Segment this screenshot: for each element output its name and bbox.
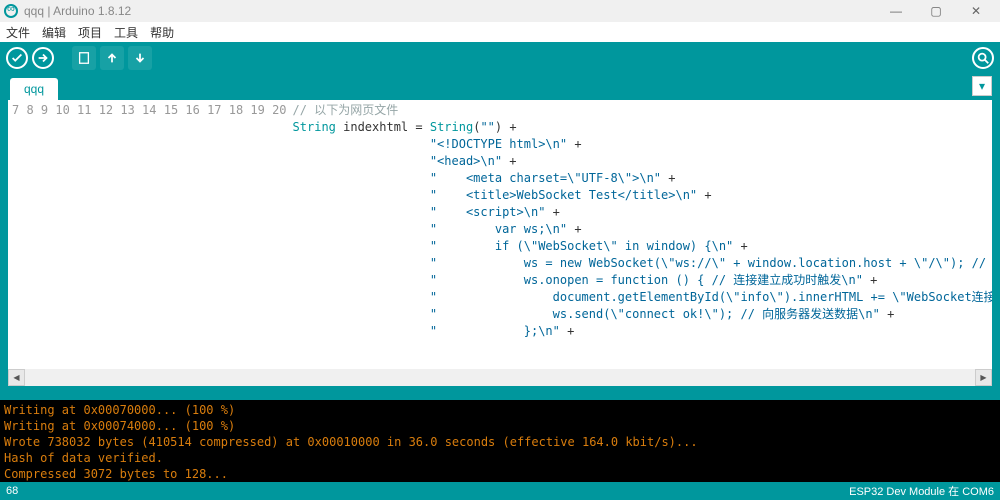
status-line-number: 68 — [6, 485, 18, 497]
minimize-button[interactable]: — — [876, 0, 916, 22]
horizontal-scrollbar[interactable]: ◀ ▶ — [0, 369, 1000, 386]
upload-button[interactable] — [32, 47, 54, 69]
maximize-icon: ▢ — [930, 4, 941, 18]
console-output[interactable]: Writing at 0x00070000... (100 %) Writing… — [0, 400, 1000, 482]
editor-console-divider[interactable] — [0, 386, 1000, 400]
close-icon: ✕ — [971, 4, 981, 18]
editor-area: 7 8 9 10 11 12 13 14 15 16 17 18 19 20 /… — [0, 100, 1000, 400]
code-editor[interactable]: // 以下为网页文件 String indexhtml = String("")… — [293, 100, 992, 369]
title-bar: qqq | Arduino 1.8.12 — ▢ ✕ — [0, 0, 1000, 22]
menu-help[interactable]: 帮助 — [150, 24, 174, 41]
menu-tools[interactable]: 工具 — [114, 24, 138, 41]
serial-monitor-button[interactable] — [972, 47, 994, 69]
scroll-track[interactable] — [25, 369, 975, 386]
tab-label: qqq — [24, 82, 44, 96]
status-board-port: ESP32 Dev Module 在 COM6 — [849, 483, 994, 499]
menu-file[interactable]: 文件 — [6, 24, 30, 41]
file-icon — [77, 51, 91, 65]
window-title: qqq | Arduino 1.8.12 — [24, 4, 131, 18]
open-button[interactable] — [100, 46, 124, 70]
new-button[interactable] — [72, 46, 96, 70]
arrow-up-icon — [105, 51, 119, 65]
magnifier-icon — [976, 51, 990, 65]
scroll-right-button[interactable]: ▶ — [975, 369, 992, 386]
arrow-down-icon — [133, 51, 147, 65]
menu-edit[interactable]: 编辑 — [42, 24, 66, 41]
minimize-icon: — — [890, 4, 902, 18]
tab-sketch[interactable]: qqq — [10, 78, 58, 100]
arrow-right-icon — [36, 51, 50, 65]
maximize-button[interactable]: ▢ — [916, 0, 956, 22]
chevron-down-icon: ▾ — [979, 79, 985, 93]
close-button[interactable]: ✕ — [956, 0, 996, 22]
save-button[interactable] — [128, 46, 152, 70]
line-gutter: 7 8 9 10 11 12 13 14 15 16 17 18 19 20 — [8, 100, 293, 369]
scroll-left-button[interactable]: ◀ — [8, 369, 25, 386]
menu-sketch[interactable]: 项目 — [78, 24, 102, 41]
toolbar — [0, 42, 1000, 74]
status-bar: 68 ESP32 Dev Module 在 COM6 — [0, 482, 1000, 500]
menu-bar: 文件 编辑 项目 工具 帮助 — [0, 22, 1000, 42]
check-icon — [10, 51, 24, 65]
tab-menu-button[interactable]: ▾ — [972, 76, 992, 96]
arduino-logo-icon — [4, 4, 18, 18]
verify-button[interactable] — [6, 47, 28, 69]
tab-bar: qqq ▾ — [0, 74, 1000, 100]
